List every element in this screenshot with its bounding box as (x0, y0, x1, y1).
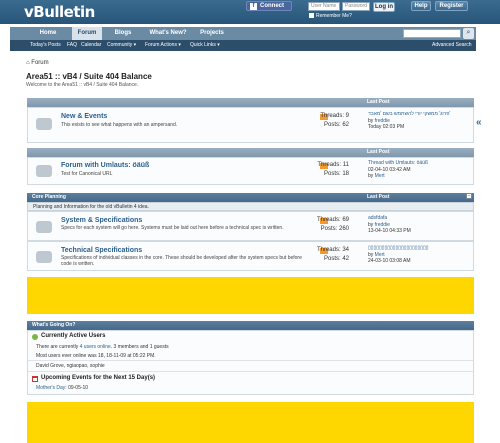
most-users-text: Most users ever online was 18, 18-11-09 … (36, 353, 156, 359)
thread-count: Threads: 9 (320, 113, 349, 119)
page-title: Area51 :: vB4 / Suite 404 Balance (26, 72, 152, 81)
active-users-title: Currently Active Users (41, 333, 106, 339)
forum-title-link[interactable]: System & Specifications (61, 217, 142, 224)
last-post-user[interactable]: freddie (375, 118, 390, 124)
event-item: Mother's Day: 09-05-10 (36, 385, 89, 391)
ad-banner[interactable] (27, 402, 474, 443)
last-post-time: 24-03-10 03:08 AM (368, 258, 411, 264)
search-icon[interactable]: ⌕ (463, 28, 474, 39)
forum-header: Last Post (27, 148, 474, 157)
post-count: Posts: 42 (323, 256, 349, 262)
forum-status-icon (36, 251, 52, 263)
remember-checkbox[interactable] (309, 13, 314, 18)
sub-nav (10, 40, 476, 51)
calendar-icon (32, 376, 38, 382)
faq-link[interactable]: FAQ (67, 40, 77, 51)
last-post-user[interactable]: Mert (375, 173, 385, 179)
breadcrumb[interactable]: ⌂ Forum (26, 60, 49, 66)
login-button[interactable]: Log in (373, 2, 395, 12)
forum-title-link[interactable]: Technical Specifications (61, 247, 142, 254)
welcome-text: Welcome to the Area51 :: vB4 / Suite 404… (26, 82, 139, 88)
whats-going-on-header: What's Going On? (27, 321, 474, 330)
forum-row[interactable]: Technical Specifications Specifications … (27, 241, 474, 271)
last-post: ▯▯▯▯▯▯▯▯▯▯▯▯▯▯▯▯▯▯▯▯▯▯ by Mert 24-03-10 … (368, 245, 429, 264)
last-post: adsfdafa by freddie 13-04-10 04:33 PM (368, 215, 411, 234)
forum-header: Last Post (27, 98, 474, 107)
quick-links-menu[interactable]: Quick Links ▾ (190, 40, 220, 51)
last-post-user[interactable]: freddie (375, 222, 390, 228)
collapse-icon[interactable]: − (466, 193, 472, 199)
calendar-link[interactable]: Calendar (81, 40, 101, 51)
facebook-connect-button[interactable]: f Connect (246, 1, 292, 11)
connect-label: Connect (260, 3, 284, 9)
post-count: Posts: 18 (323, 171, 349, 177)
post-count: Posts: 62 (323, 122, 349, 128)
help-button[interactable]: Help (411, 1, 431, 11)
username-input[interactable]: User Name (308, 2, 340, 11)
forum-description: Specs for each system will go here. Syst… (61, 225, 284, 231)
users-online-link[interactable]: 4 users online (80, 344, 111, 350)
divider (28, 360, 473, 361)
forum-actions-menu[interactable]: Forum Actions ▾ (145, 40, 181, 51)
post-count: Posts: 260 (320, 226, 349, 232)
category-title[interactable]: Core Planning (32, 193, 66, 202)
forum-status-icon (36, 118, 52, 130)
vbulletin-logo[interactable]: vBulletin (24, 3, 95, 21)
last-post-time: Today 02:03 PM (368, 124, 405, 130)
category-header[interactable]: Core Planning Last Post (27, 193, 474, 202)
tab-whats-new[interactable]: What's New? (146, 27, 190, 40)
divider (28, 371, 473, 372)
search-input[interactable] (403, 29, 461, 38)
tab-forum[interactable]: Forum (72, 27, 102, 40)
forum-row[interactable]: System & Specifications Specs for each s… (27, 211, 474, 241)
online-members-list[interactable]: David Grove, ngiaopao, sophie (36, 363, 105, 369)
ad-banner[interactable] (27, 277, 474, 314)
active-users-count: There are currently 4 users online. 3 me… (36, 344, 169, 350)
tab-home[interactable]: Home (36, 27, 60, 40)
facebook-icon: f (250, 3, 257, 10)
forum-description: This exists to see what happens with an … (61, 122, 178, 128)
upcoming-events-title: Upcoming Events for the Next 15 Day(s) (41, 375, 156, 381)
forum-description: Specifications of individual classes in … (61, 255, 302, 267)
forum-title-link[interactable]: Forum with Umlauts: öäüß (61, 162, 149, 169)
category-description: Planning and Information for the old vBu… (27, 202, 474, 211)
forum-title-link[interactable]: New & Events (61, 113, 107, 120)
community-menu[interactable]: Community ▾ (107, 40, 136, 51)
forum-description: Test for Canonical URL (61, 171, 113, 177)
forum-status-icon (36, 221, 52, 233)
thread-count: Threads: 69 (316, 217, 349, 223)
forum-status-icon (36, 165, 52, 177)
event-link[interactable]: Mother's Day (36, 385, 65, 391)
last-post-title[interactable]: Thread with Umlauts: öäüß (368, 160, 428, 167)
last-post-user[interactable]: Mert (375, 252, 385, 258)
last-post: פרוג' ממשקי יורי להשתמש בשם 'מאבד' by fr… (368, 111, 451, 130)
collapse-arrow-icon[interactable]: « (476, 117, 482, 128)
forum-row[interactable]: New & Events This exists to see what hap… (27, 107, 474, 143)
forum-row[interactable]: Forum with Umlauts: öäüß Test for Canoni… (27, 157, 474, 185)
advanced-search-link[interactable]: Advanced Search (432, 40, 471, 51)
password-input[interactable]: Password (342, 2, 370, 11)
users-online-icon (32, 334, 38, 340)
todays-posts-link[interactable]: Today's Posts (30, 40, 61, 51)
last-post-time: 13-04-10 04:33 PM (368, 228, 411, 234)
tab-projects[interactable]: Projects (196, 27, 228, 40)
register-button[interactable]: Register (435, 1, 468, 11)
tab-blogs[interactable]: Blogs (110, 27, 136, 40)
thread-count: Threads: 34 (316, 247, 349, 253)
last-post: Thread with Umlauts: öäüß 02-04-10 03:42… (368, 160, 429, 179)
remember-me[interactable]: Remember Me? (309, 13, 352, 19)
thread-count: Threads: 11 (317, 162, 349, 168)
